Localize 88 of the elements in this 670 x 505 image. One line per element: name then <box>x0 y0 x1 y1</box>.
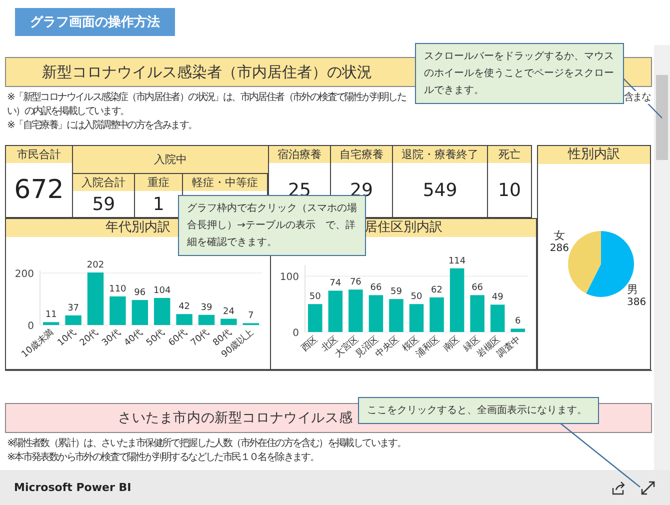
stat-label: 市民合計 <box>6 146 72 163</box>
bar <box>220 318 237 325</box>
brand-name: Microsoft Power BI <box>14 481 132 494</box>
bar <box>368 295 384 332</box>
bar <box>348 290 363 332</box>
data-label: 37 <box>68 303 80 314</box>
bar <box>176 314 192 325</box>
bar <box>43 322 60 325</box>
category-label: 40代 <box>122 328 145 348</box>
stat-label: 入院合計 <box>73 174 134 191</box>
bar <box>470 295 484 332</box>
bar <box>132 300 148 325</box>
callout-note: スクロールバーをドラッグするか、マウスのホイールを使うことでページをスクロールできます。 <box>415 43 624 104</box>
data-label: 96 <box>134 288 146 298</box>
data-label: 39 <box>200 302 212 313</box>
callout-note: ここをクリックすると、全画面表示になります。 <box>358 397 599 424</box>
category-label: 50代 <box>144 328 168 348</box>
data-label: 49 <box>492 292 504 303</box>
data-label: 7 <box>248 311 254 322</box>
axis-tick-label: 100 <box>280 272 299 284</box>
bar <box>409 304 424 332</box>
pie-label: 男 <box>627 283 638 296</box>
stat-label: 入院中 <box>73 146 268 173</box>
category-label: 20代 <box>78 328 100 348</box>
chart-panel[interactable]: 性別内訳 男 386 女 286 <box>537 145 651 370</box>
bar <box>510 328 525 332</box>
data-label: 286 <box>550 243 569 254</box>
bar <box>308 304 322 332</box>
stat-label: 軽症・中等症 <box>182 174 267 191</box>
category-label: 70代 <box>189 328 212 348</box>
axis-tick-label: 0 <box>292 328 299 339</box>
data-label: 11 <box>45 310 57 320</box>
data-label: 62 <box>431 285 442 296</box>
section-title: さいたま市内の新型コロナウイルス感 <box>118 409 353 427</box>
stat-value: 549 <box>422 178 458 202</box>
stat-label: 死亡 <box>488 146 531 163</box>
bar <box>389 299 404 332</box>
share-icon[interactable] <box>610 480 626 496</box>
data-label: 76 <box>350 278 362 288</box>
note-text: ※陽性者数（累計）は、さいたま市保健所で把握した人数（市外在住の方を含む）を掲載しています。 <box>7 437 407 450</box>
data-label: 66 <box>472 283 484 294</box>
chart-title: 性別内訳 <box>538 146 650 164</box>
pie-label: 女 <box>554 229 565 242</box>
data-label: 6 <box>515 316 521 327</box>
stat-value: 672 <box>13 174 65 207</box>
stat-label: 重症 <box>135 174 182 191</box>
category-label: 60代 <box>167 328 190 348</box>
callout-note: グラフ枠内で右クリック（スマホの場合長押し）→テーブルの表示 で、詳細を確認できます。 <box>178 195 366 256</box>
bar <box>110 296 126 325</box>
stat-value: 59 <box>91 192 116 216</box>
stat-value: 1 <box>152 192 166 216</box>
category-label: 西区 <box>300 334 320 354</box>
bar <box>430 297 444 332</box>
data-label: 74 <box>330 278 342 289</box>
section-title: 新型コロナウイルス感染者（市内居住者）の状況 <box>42 62 372 82</box>
data-label: 110 <box>109 284 126 294</box>
scrollbar[interactable] <box>654 45 670 470</box>
bar <box>490 304 505 332</box>
category-label: 10代 <box>56 328 78 348</box>
axis-tick-label: 200 <box>14 269 34 280</box>
data-label: 59 <box>390 287 402 298</box>
note-text: 含まな <box>624 91 650 104</box>
data-label: 386 <box>627 297 646 308</box>
note-text: い）の内訳を掲載しています。 <box>7 105 129 118</box>
data-label: 104 <box>154 286 171 296</box>
fullscreen-icon[interactable] <box>640 480 656 496</box>
category-label: 30代 <box>100 328 123 348</box>
data-label: 50 <box>309 292 321 302</box>
data-label: 114 <box>448 256 466 266</box>
bar <box>198 314 215 325</box>
category-label: 南区 <box>442 334 462 354</box>
data-label: 50 <box>410 292 422 302</box>
stat-label: 宿泊療養 <box>269 146 330 163</box>
bar <box>87 272 104 325</box>
note-text: ※「新型コロナウイルス感染症（市内居住者）の状況」は、市内居住者（市外の検査で陽性が判明した <box>7 91 406 104</box>
bar <box>154 298 170 325</box>
note-text: ※本市発表数から市外の検査で陽性が判明するなどした市民１０名を除きます。 <box>7 451 320 464</box>
bar <box>450 268 464 332</box>
stat-label: 自宅療養 <box>331 146 392 163</box>
data-label: 202 <box>86 260 104 270</box>
bar <box>65 315 82 325</box>
stat-value: 10 <box>497 178 522 202</box>
data-label: 42 <box>178 302 190 312</box>
stat-label: 退院・療養終了 <box>393 146 487 163</box>
data-label: 24 <box>222 306 234 317</box>
data-label: 66 <box>370 283 382 294</box>
note-text: ※「自宅療養」には入院調整中の方を含みます。 <box>7 119 197 132</box>
bar <box>328 290 343 332</box>
